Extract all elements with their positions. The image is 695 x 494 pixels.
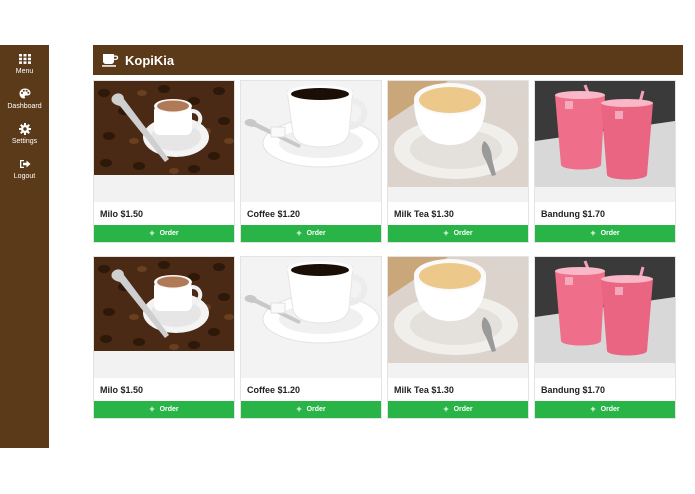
order-button-label: Order bbox=[306, 406, 326, 413]
product-card: Milk Tea $1.30 + Order bbox=[387, 80, 529, 243]
product-card: Milk Tea $1.30 + Order bbox=[387, 256, 529, 419]
plus-icon: + bbox=[590, 228, 596, 238]
bandung-photo bbox=[535, 257, 675, 378]
milk-tea-photo bbox=[388, 257, 528, 378]
product-name: Milo $1.50 bbox=[100, 385, 144, 395]
plus-icon: + bbox=[149, 404, 155, 414]
product-row: Milo $1.50 + Order Coffee $1.20 + Order … bbox=[93, 80, 683, 243]
bandung-photo bbox=[535, 81, 675, 202]
product-row: Milo $1.50 + Order Coffee $1.20 + Order … bbox=[93, 256, 683, 419]
plus-icon: + bbox=[443, 228, 449, 238]
app-header: KopiKia bbox=[93, 45, 683, 75]
logout-icon bbox=[19, 157, 31, 170]
order-button[interactable]: + Order bbox=[388, 401, 528, 418]
product-name: Bandung $1.70 bbox=[541, 385, 606, 395]
product-name: Milk Tea $1.30 bbox=[394, 209, 454, 219]
order-button[interactable]: + Order bbox=[94, 401, 234, 418]
product-card: Milo $1.50 + Order bbox=[93, 80, 235, 243]
plus-icon: + bbox=[149, 228, 155, 238]
sidebar-item-settings[interactable]: Settings bbox=[0, 122, 49, 146]
order-button-label: Order bbox=[159, 230, 179, 237]
sidebar-item-label: Dashboard bbox=[7, 103, 42, 110]
plus-icon: + bbox=[296, 228, 302, 238]
product-name: Coffee $1.20 bbox=[247, 209, 301, 219]
sidebar-item-dashboard[interactable]: Dashboard bbox=[0, 87, 49, 111]
plus-icon: + bbox=[443, 404, 449, 414]
order-button[interactable]: + Order bbox=[94, 225, 234, 242]
product-name: Milk Tea $1.30 bbox=[394, 385, 454, 395]
plus-icon: + bbox=[590, 404, 596, 414]
order-button-label: Order bbox=[453, 230, 473, 237]
coffee-cup-icon bbox=[102, 53, 119, 67]
product-grid: Milo $1.50 + Order Coffee $1.20 + Order … bbox=[93, 80, 683, 432]
order-button[interactable]: + Order bbox=[535, 225, 675, 242]
order-button-label: Order bbox=[600, 230, 620, 237]
milk-tea-photo bbox=[388, 81, 528, 202]
app-title: KopiKia bbox=[125, 52, 175, 68]
product-name: Milo $1.50 bbox=[100, 209, 144, 219]
milo-photo bbox=[94, 257, 234, 378]
order-button-label: Order bbox=[600, 406, 620, 413]
sidebar-item-logout[interactable]: Logout bbox=[0, 157, 49, 181]
plus-icon: + bbox=[296, 404, 302, 414]
palette-icon bbox=[19, 87, 31, 100]
grid-icon bbox=[18, 52, 31, 65]
sidebar-item-menu[interactable]: Menu bbox=[0, 52, 49, 76]
product-card: Bandung $1.70 + Order bbox=[534, 80, 676, 243]
coffee-photo bbox=[241, 81, 381, 202]
gear-icon bbox=[18, 122, 31, 135]
order-button-label: Order bbox=[159, 406, 179, 413]
order-button[interactable]: + Order bbox=[388, 225, 528, 242]
product-card: Coffee $1.20 + Order bbox=[240, 256, 382, 419]
order-button[interactable]: + Order bbox=[535, 401, 675, 418]
order-button[interactable]: + Order bbox=[241, 401, 381, 418]
product-name: Bandung $1.70 bbox=[541, 209, 606, 219]
sidebar-item-label: Logout bbox=[13, 173, 36, 180]
coffee-photo bbox=[241, 257, 381, 378]
sidebar: Menu Dashboard Settings Logout bbox=[0, 45, 49, 448]
sidebar-item-label: Menu bbox=[15, 68, 34, 75]
product-name: Coffee $1.20 bbox=[247, 385, 301, 395]
product-card: Milo $1.50 + Order bbox=[93, 256, 235, 419]
product-card: Bandung $1.70 + Order bbox=[534, 256, 676, 419]
order-button-label: Order bbox=[453, 406, 473, 413]
order-button[interactable]: + Order bbox=[241, 225, 381, 242]
sidebar-item-label: Settings bbox=[11, 138, 38, 145]
order-button-label: Order bbox=[306, 230, 326, 237]
product-card: Coffee $1.20 + Order bbox=[240, 80, 382, 243]
milo-photo bbox=[94, 81, 234, 202]
